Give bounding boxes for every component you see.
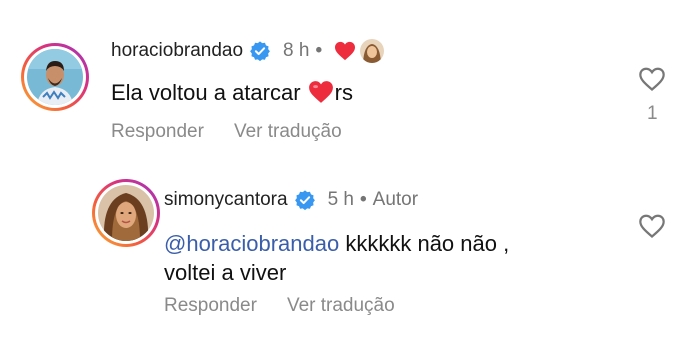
reply-button[interactable]: Responder (164, 295, 257, 316)
username[interactable]: horaciobrandao (111, 40, 243, 62)
separator-dot: • (359, 189, 367, 210)
comment-text-part: Ela voltou a atarcar (111, 80, 307, 105)
comment-text-part: rs (334, 80, 353, 105)
story-ring[interactable] (21, 43, 89, 111)
comment-text-line2: voltei a viver (164, 260, 287, 285)
like-heart-icon[interactable] (638, 66, 666, 92)
verified-badge-icon (294, 190, 315, 211)
see-translation-button[interactable]: Ver tradução (234, 121, 342, 142)
username[interactable]: simonycantora (164, 189, 288, 211)
creator-liked-heart-icon (335, 41, 356, 61)
see-translation-button[interactable]: Ver tradução (287, 295, 395, 316)
story-ring[interactable] (92, 179, 160, 247)
reply-button[interactable]: Responder (111, 121, 204, 142)
comment-text-line1: kkkkkk não não , (339, 231, 510, 256)
like-count: 1 (647, 103, 658, 124)
avatar[interactable] (27, 49, 83, 105)
red-heart-emoji-icon (308, 81, 333, 103)
author-badge: Autor (372, 189, 419, 210)
comment-time: 8 h (283, 40, 310, 61)
like-heart-icon[interactable] (638, 213, 666, 239)
separator-dot: • (315, 40, 323, 61)
comment-time: 5 h (327, 189, 354, 210)
avatar[interactable] (98, 185, 154, 241)
creator-mini-avatar (360, 39, 385, 63)
comment-text: Ela voltou a atarcar rs (111, 76, 353, 110)
mention-link[interactable]: @horaciobrandao (164, 231, 339, 256)
verified-badge-icon (250, 41, 270, 62)
